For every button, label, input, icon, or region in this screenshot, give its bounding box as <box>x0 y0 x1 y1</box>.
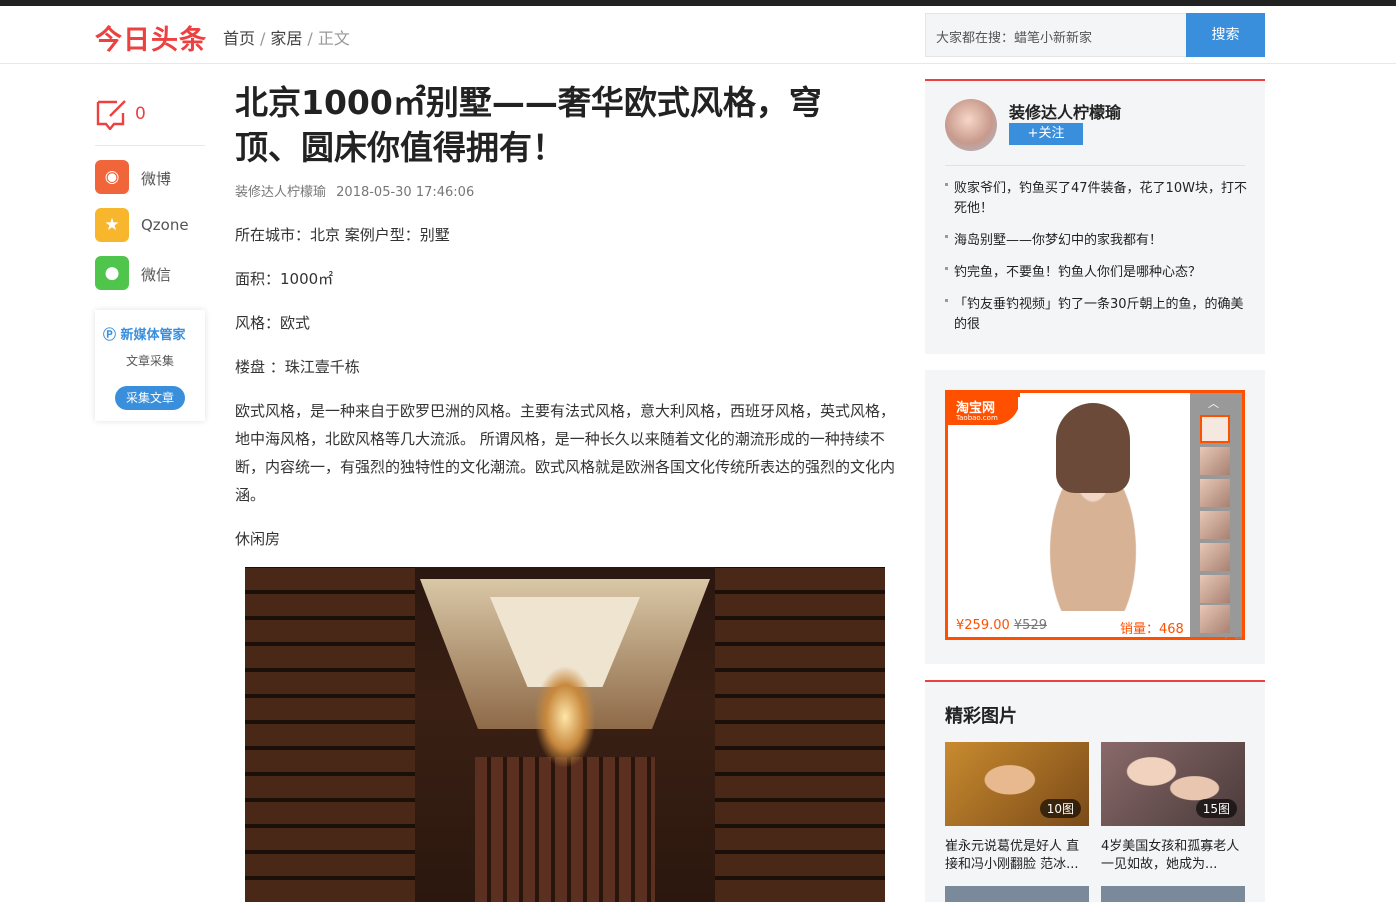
picture-thumbnail[interactable] <box>1101 886 1245 902</box>
product-price: ¥259.00 ¥529 <box>956 618 1047 633</box>
share-label: 微博 <box>141 170 172 188</box>
article-datetime: 2018-05-30 17:46:06 <box>336 185 475 200</box>
article-line-style: 风格：欧式 <box>235 314 311 332</box>
picture-card[interactable]: 10图 崔永元说葛优是好人 直接和冯小刚翻脸 范冰... <box>945 742 1089 874</box>
thumbnail-strip: ︿ <box>1190 393 1242 637</box>
article-meta: 装修达人柠檬瑜 2018-05-30 17:46:06 <box>235 181 480 200</box>
product-image-hair <box>1056 403 1130 493</box>
breadcrumb-category[interactable]: 家居 <box>270 29 302 48</box>
thumbnail[interactable] <box>1200 575 1230 603</box>
share-wechat[interactable]: ● 微信 <box>95 256 205 290</box>
follow-button[interactable]: +关注 <box>1009 123 1083 145</box>
author-article-link[interactable]: 「钓友垂钓视频」钓了一条30斤朝上的鱼，的确美的很 <box>945 295 1247 335</box>
product-sales: 销量：468 <box>1120 622 1184 637</box>
author-article-list: 败家爷们，钓鱼买了47件装备，花了10W块，打不死他！ 海岛别墅——你梦幻中的家… <box>945 179 1247 347</box>
picture-caption: 4岁美国女孩和孤寡老人一见如故，她成为... <box>1101 839 1240 872</box>
price-original: ¥529 <box>1013 618 1047 633</box>
media-manager-subtitle: 文章采集 <box>125 354 174 368</box>
back-wall-shelf <box>475 757 655 902</box>
search-input[interactable]: 大家都在搜：蜡笔小新新家 <box>936 27 1092 46</box>
share-label: 微信 <box>141 266 172 284</box>
article-line-estate: 楼盘 ：珠江壹千栋 <box>235 358 360 376</box>
article-line-area: 面积：1000㎡ <box>235 270 334 288</box>
article-author[interactable]: 装修达人柠檬瑜 <box>235 185 326 200</box>
thumbnail[interactable] <box>1200 511 1230 539</box>
chevron-up-icon[interactable]: ︿ <box>1208 395 1219 411</box>
breadcrumb: 首页 / 家居 / 正文 <box>223 25 350 49</box>
breadcrumb-home[interactable]: 首页 <box>223 29 255 48</box>
article-image[interactable] <box>245 567 885 902</box>
taobao-logo: 淘宝网 Taobao.com <box>948 393 1020 425</box>
qzone-icon: ★ <box>95 208 129 242</box>
breadcrumb-current: 正文 <box>317 29 350 48</box>
taobao-brand-sub: Taobao.com <box>956 414 998 422</box>
chandelier <box>535 667 595 767</box>
picture-thumbnail[interactable] <box>945 886 1089 902</box>
more-pictures-strip <box>945 886 1245 902</box>
media-manager-title: Ⓟ 新媒体管家 <box>103 324 186 343</box>
author-article-link[interactable]: 海岛别墅——你梦幻中的家我都有！ <box>945 231 1247 251</box>
breadcrumb-separator: / <box>307 29 313 48</box>
media-manager-card: Ⓟ 新媒体管家 文章采集 采集文章 <box>95 310 205 421</box>
wechat-icon: ● <box>95 256 129 290</box>
thumbnail[interactable] <box>1200 447 1230 475</box>
price-current: ¥259.00 <box>956 618 1010 633</box>
author-card: 装修达人柠檬瑜 +关注 败家爷们，钓鱼买了47件装备，花了10W块，打不死他！ … <box>925 79 1265 354</box>
picture-card[interactable]: 15图 4岁美国女孩和孤寡老人一见如故，她成为... <box>1101 742 1245 874</box>
header: 今日头条 首页 / 家居 / 正文 大家都在搜：蜡笔小新新家 搜索 <box>0 6 1396 64</box>
article-paragraph: 欧式风格，是一种来自于欧罗巴洲的风格。主要有法式风格，意大利风格，西班牙风格，英… <box>235 402 896 504</box>
featured-pictures-title: 精彩图片 <box>945 706 1017 727</box>
wine-shelf-left <box>245 567 415 902</box>
picture-thumbnail: 10图 <box>945 742 1089 826</box>
picture-count: 15图 <box>1195 799 1237 818</box>
collect-article-button[interactable]: 采集文章 <box>115 386 185 410</box>
comment-icon <box>96 100 126 130</box>
ad-label: 广告 <box>1225 631 1244 641</box>
ad-panel: 淘宝网 Taobao.com ¥259.00 ¥529 销量：468 ︿ 广告 <box>925 370 1265 664</box>
featured-pictures: 精彩图片 10图 崔永元说葛优是好人 直接和冯小刚翻脸 范冰... 15图 4岁… <box>925 680 1265 902</box>
avatar[interactable] <box>945 99 997 151</box>
search-box: 大家都在搜：蜡笔小新新家 搜索 <box>925 13 1265 57</box>
thumbnail[interactable] <box>1200 543 1230 571</box>
wine-shelf-right <box>715 567 885 902</box>
thumbnail[interactable] <box>1200 415 1230 443</box>
author-article-link[interactable]: 钓完鱼，不要鱼！钓鱼人你们是哪种心态？ <box>945 263 1247 283</box>
share-qzone[interactable]: ★ Qzone <box>95 208 205 242</box>
share-weibo[interactable]: ◉ 微博 <box>95 160 205 194</box>
comment-count: 0 <box>135 104 146 124</box>
picture-thumbnail: 15图 <box>1101 742 1245 826</box>
media-manager-title-text: 新媒体管家 <box>120 328 186 343</box>
author-name[interactable]: 装修达人柠檬瑜 <box>1009 99 1121 123</box>
author-article-link[interactable]: 败家爷们，钓鱼买了47件装备，花了10W块，打不死他！ <box>945 179 1247 219</box>
share-label: Qzone <box>141 216 189 234</box>
weibo-icon: ◉ <box>95 160 129 194</box>
media-manager-icon: Ⓟ <box>103 328 121 343</box>
picture-count: 10图 <box>1039 799 1081 818</box>
logo[interactable]: 今日头条 <box>95 18 207 57</box>
article-section-heading: 休闲房 <box>235 530 281 548</box>
taobao-ad[interactable]: 淘宝网 Taobao.com ¥259.00 ¥529 销量：468 ︿ <box>945 390 1245 640</box>
picture-caption: 崔永元说葛优是好人 直接和冯小刚翻脸 范冰... <box>945 839 1080 872</box>
search-button[interactable]: 搜索 <box>1186 13 1265 57</box>
divider <box>945 165 1245 166</box>
divider <box>95 145 205 146</box>
article-line-city: 所在城市：北京 案例户型：别墅 <box>235 226 450 244</box>
article-title: 北京1000㎡别墅——奢华欧式风格，穹顶、圆床你值得拥有！ <box>235 83 822 167</box>
thumbnail[interactable] <box>1200 479 1230 507</box>
breadcrumb-separator: / <box>260 29 266 48</box>
